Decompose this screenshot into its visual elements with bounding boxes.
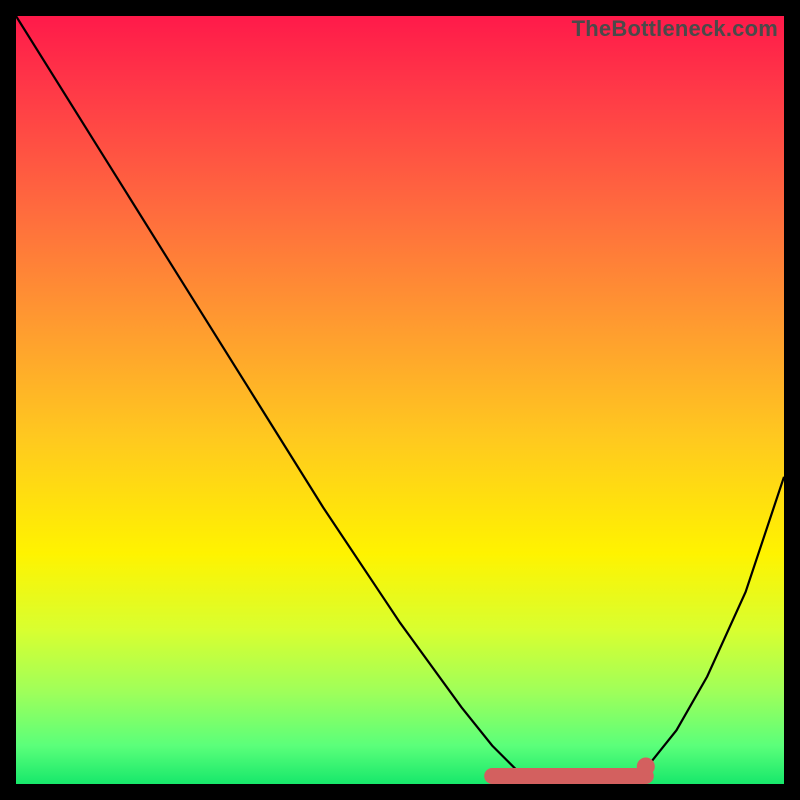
bottleneck-curve xyxy=(16,16,784,784)
chart-svg xyxy=(16,16,784,784)
chart-plot-area: TheBottleneck.com xyxy=(16,16,784,784)
optimal-point-marker xyxy=(637,758,655,776)
chart-frame: TheBottleneck.com xyxy=(0,0,800,800)
